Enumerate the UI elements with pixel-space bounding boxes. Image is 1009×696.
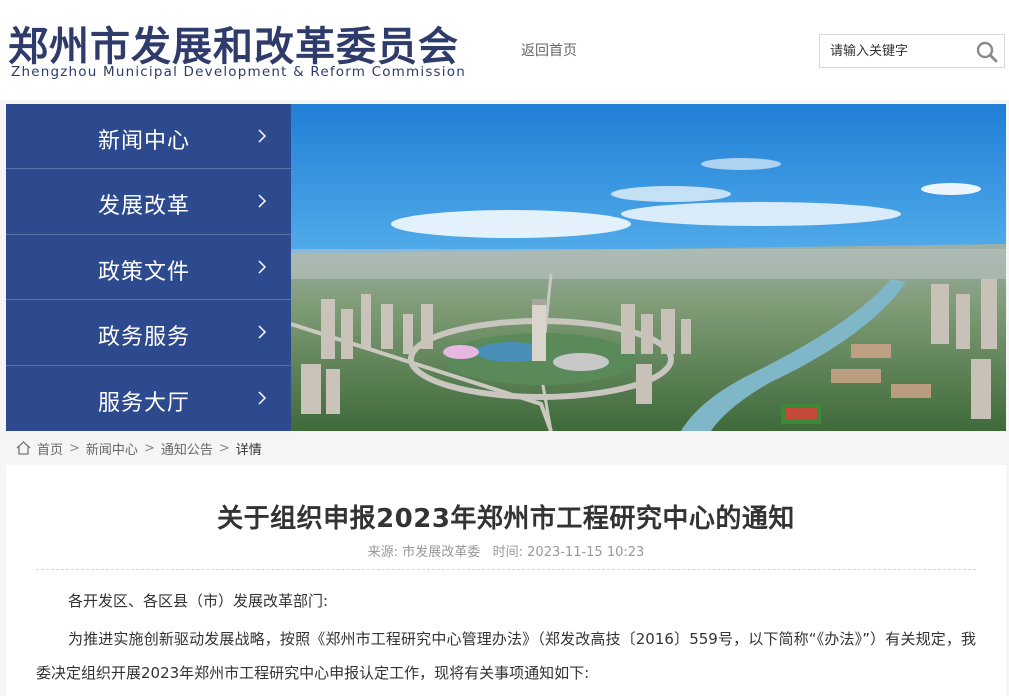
breadcrumb-current: 详情 bbox=[235, 442, 262, 458]
article-panel: 关于组织申报2023年郑州市工程研究中心的通知 来源: 市发展改革委 时间: 2… bbox=[6, 465, 1006, 696]
chevron-right-icon bbox=[258, 129, 267, 143]
breadcrumb-home[interactable]: 首页 bbox=[37, 439, 63, 458]
nav-item-label: 政策文件 bbox=[98, 259, 191, 285]
nav-item-policy-documents[interactable]: 政策文件 bbox=[6, 235, 291, 301]
nav-item-news[interactable]: 新闻中心 bbox=[6, 104, 291, 170]
search-box bbox=[819, 34, 1005, 68]
nav-item-government-services[interactable]: 政务服务 bbox=[6, 300, 291, 366]
article-paragraph: 为推进实施创新驱动发展战略，按照《郑州市工程研究中心管理办法》（郑发改高技〔20… bbox=[36, 630, 976, 682]
time-value: 2023-11-15 10:23 bbox=[527, 545, 645, 560]
return-home-link[interactable]: 返回首页 bbox=[521, 40, 577, 60]
breadcrumb-separator: > bbox=[69, 440, 80, 456]
source-value: 市发展改革委 bbox=[402, 545, 481, 560]
nav-item-label: 服务大厅 bbox=[98, 390, 191, 416]
breadcrumb: 首页 > 新闻中心 > 通知公告 > 详情 bbox=[16, 437, 268, 459]
article-paragraph: 各开发区、各区县（市）发展改革部门: bbox=[68, 592, 329, 610]
search-icon[interactable] bbox=[976, 41, 998, 63]
nav-item-label: 新闻中心 bbox=[98, 129, 191, 154]
chevron-right-icon bbox=[258, 325, 267, 339]
city-skyline-illustration bbox=[291, 104, 1006, 431]
banner: 新闻中心 发展改革 政策文件 政务服务 服务大厅 bbox=[6, 104, 1006, 431]
site-header: 郑州市发展和改革委员会 Zhengzhou Municipal Developm… bbox=[0, 0, 1009, 100]
divider bbox=[36, 569, 976, 570]
main-nav: 新闻中心 发展改革 政策文件 政务服务 服务大厅 bbox=[6, 104, 291, 431]
nav-item-label: 政务服务 bbox=[98, 325, 191, 351]
city-banner-image bbox=[291, 104, 1006, 431]
site-logo-subtitle: Zhengzhou Municipal Development & Reform… bbox=[11, 64, 466, 80]
article-meta: 来源: 市发展改革委 时间: 2023-11-15 10:23 bbox=[6, 541, 1006, 560]
chevron-right-icon bbox=[258, 194, 267, 208]
chevron-right-icon bbox=[258, 260, 267, 274]
breadcrumb-separator: > bbox=[218, 440, 230, 456]
home-icon bbox=[16, 441, 31, 455]
nav-item-label: 发展改革 bbox=[98, 194, 191, 220]
breadcrumb-news-center[interactable]: 新闻中心 bbox=[86, 439, 138, 458]
article-title: 关于组织申报2023年郑州市工程研究中心的通知 bbox=[217, 504, 795, 534]
nav-item-development-reform[interactable]: 发展改革 bbox=[6, 169, 291, 235]
chevron-right-icon bbox=[258, 391, 267, 405]
source-label: 来源: bbox=[367, 545, 399, 560]
search-input[interactable] bbox=[820, 35, 970, 67]
time-label: 时间: bbox=[492, 545, 524, 560]
nav-item-service-hall[interactable]: 服务大厅 bbox=[6, 366, 291, 431]
breadcrumb-separator: > bbox=[143, 440, 155, 456]
breadcrumb-notices[interactable]: 通知公告 bbox=[161, 439, 213, 458]
